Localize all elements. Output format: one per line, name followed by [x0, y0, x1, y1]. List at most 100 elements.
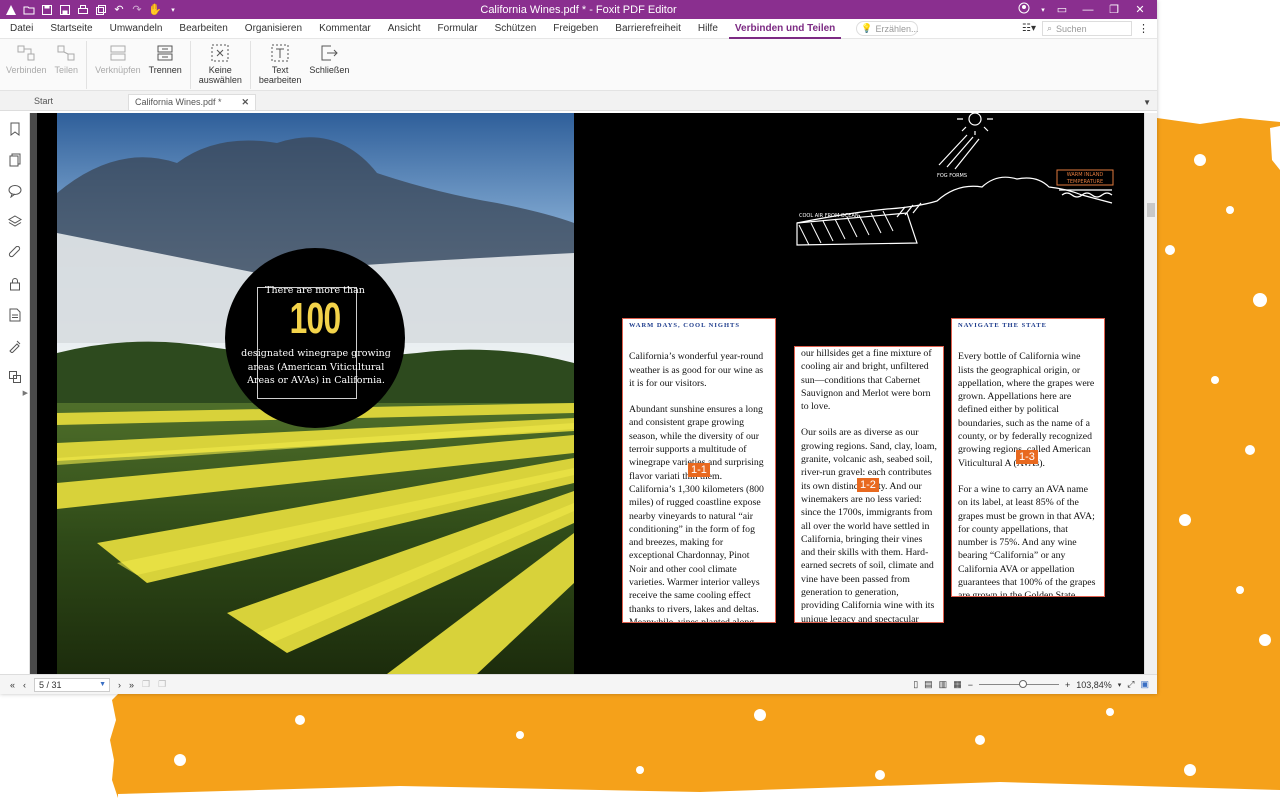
- left-nav-panel: ▶: [0, 113, 30, 674]
- warm-inland-label: WARM INLAND: [1067, 172, 1104, 178]
- tab-datei[interactable]: Datei: [4, 19, 39, 39]
- single-page-icon[interactable]: ▯: [913, 679, 918, 690]
- tab-start[interactable]: Start: [28, 94, 128, 110]
- text-column-navigate[interactable]: NAVIGATE THE STATE Every bottle of Calif…: [951, 318, 1105, 597]
- continuous-facing-icon[interactable]: ▦: [953, 679, 962, 690]
- scrollbar-thumb[interactable]: [1147, 203, 1155, 217]
- close-tab-icon[interactable]: ✕: [241, 97, 249, 110]
- separate-label: Trennen: [148, 65, 182, 75]
- cool-air-label: COOL AIR FROM OCEAN: [799, 213, 859, 219]
- zoom-slider-knob[interactable]: [1018, 680, 1027, 688]
- tab-umwandeln[interactable]: Umwandeln: [104, 19, 169, 39]
- security-icon[interactable]: [0, 268, 30, 299]
- climate-illustration: WARM INLAND TEMPERATURE FOG FORMS COOL A…: [796, 113, 1114, 246]
- tab-kommentar[interactable]: Kommentar: [313, 19, 377, 39]
- column-c-paragraph-2: For a wine to carry an AVA name on its l…: [958, 483, 1096, 597]
- continuous-page-icon[interactable]: ▤: [924, 679, 933, 690]
- zoom-slider[interactable]: [978, 680, 1059, 688]
- first-page-icon[interactable]: «: [10, 680, 15, 690]
- redo-icon[interactable]: ↷: [130, 3, 144, 17]
- split-button[interactable]: Teilen: [51, 41, 83, 75]
- zoom-in-icon[interactable]: +: [1065, 680, 1070, 690]
- open-icon[interactable]: [22, 3, 36, 17]
- tabs-dropdown-icon[interactable]: ▼: [1143, 98, 1151, 107]
- minimize-icon[interactable]: —: [1077, 4, 1099, 16]
- callout-number: 100: [289, 294, 341, 343]
- tab-freigeben[interactable]: Freigeben: [547, 19, 604, 39]
- copy-icon[interactable]: [94, 3, 108, 17]
- link-button[interactable]: Verknüpfen: [91, 41, 145, 75]
- fit-page-icon[interactable]: ⤢: [1127, 679, 1134, 690]
- compare-icon[interactable]: [0, 361, 30, 392]
- connect-button[interactable]: Verbinden: [2, 41, 51, 75]
- ribbon-options-icon[interactable]: ▭: [1051, 3, 1073, 16]
- view-controls: ▯ ▤ ▥ ▦ − + 103,84% ▾ ⤢ ▣: [913, 679, 1157, 690]
- edit-text-button[interactable]: Text bearbeiten: [255, 41, 306, 85]
- document-viewport[interactable]: There are more than 100 designated wineg…: [37, 113, 1144, 674]
- tell-me-placeholder: Erzählen...: [875, 23, 919, 34]
- bookmark-icon[interactable]: [0, 113, 30, 144]
- text-box-marker-1-2[interactable]: 1-2: [857, 478, 879, 492]
- undo-icon[interactable]: ↶: [112, 3, 126, 17]
- signature-icon[interactable]: [0, 330, 30, 361]
- column-a-paragraph-1: California’s wonderful year-round weathe…: [629, 351, 764, 389]
- previous-page-icon[interactable]: ‹: [23, 680, 26, 690]
- tab-organisieren[interactable]: Organisieren: [239, 19, 308, 39]
- account-icon[interactable]: [1013, 2, 1035, 17]
- comments-icon[interactable]: [0, 175, 30, 206]
- print-icon[interactable]: [76, 3, 90, 17]
- next-page-icon[interactable]: ›: [118, 680, 121, 690]
- temperature-label: TEMPERATURE: [1066, 179, 1103, 185]
- window-controls: ▾ ▭ — ❐ ✕: [1013, 2, 1157, 17]
- page-number-value: 5 / 31: [39, 679, 62, 690]
- view-options-icon[interactable]: ☷▾: [1022, 23, 1036, 34]
- attachment-icon[interactable]: [0, 237, 30, 268]
- tab-bearbeiten[interactable]: Bearbeiten: [173, 19, 233, 39]
- text-column-hillsides[interactable]: our hillsides get a fine mixture of cool…: [794, 346, 944, 623]
- zoom-out-icon[interactable]: −: [968, 680, 973, 690]
- tab-schuetzen[interactable]: Schützen: [489, 19, 543, 39]
- tab-ansicht[interactable]: Ansicht: [382, 19, 427, 39]
- previous-view-icon[interactable]: ❐: [142, 679, 150, 690]
- pages-icon[interactable]: [0, 144, 30, 175]
- document-properties-icon[interactable]: [0, 299, 30, 330]
- exit-icon: [321, 45, 339, 61]
- text-column-warm-days[interactable]: WARM DAYS, COOL NIGHTS California’s wond…: [622, 318, 776, 623]
- close-icon[interactable]: ✕: [1129, 3, 1151, 16]
- expand-panel-icon[interactable]: ▶: [23, 389, 28, 397]
- account-dropdown-icon[interactable]: ▾: [1039, 6, 1047, 14]
- tab-hilfe[interactable]: Hilfe: [692, 19, 724, 39]
- last-page-icon[interactable]: »: [129, 680, 134, 690]
- save-icon[interactable]: [40, 3, 54, 17]
- customize-qa-dropdown-icon[interactable]: ▾: [166, 3, 180, 17]
- zoom-dropdown-icon[interactable]: ▾: [1118, 681, 1122, 689]
- text-box-marker-1-3[interactable]: 1-3: [1016, 450, 1038, 464]
- separate-button[interactable]: Trennen: [145, 41, 186, 75]
- more-options-icon[interactable]: ⋮: [1138, 22, 1149, 35]
- read-mode-icon[interactable]: ▣: [1140, 679, 1149, 690]
- link-icon: [110, 45, 126, 61]
- tab-barrierefreiheit[interactable]: Barrierefreiheit: [609, 19, 687, 39]
- connect-label: Verbinden: [6, 65, 47, 75]
- select-none-button[interactable]: Keine auswählen: [195, 41, 246, 85]
- tab-startseite[interactable]: Startseite: [44, 19, 98, 39]
- tab-formular[interactable]: Formular: [432, 19, 484, 39]
- hand-tool-icon[interactable]: ✋: [148, 3, 162, 17]
- page-number-field[interactable]: 5 / 31 ▼: [34, 677, 111, 692]
- close-connect-button[interactable]: Schließen: [305, 41, 353, 75]
- restore-icon[interactable]: ❐: [1103, 3, 1125, 16]
- vertical-scrollbar[interactable]: [1144, 113, 1157, 674]
- tab-california-wines[interactable]: California Wines.pdf * ✕: [128, 94, 256, 110]
- text-box-marker-1-1[interactable]: 1-1: [688, 463, 710, 477]
- column-heading-warm-days: WARM DAYS, COOL NIGHTS: [629, 322, 740, 329]
- facing-page-icon[interactable]: ▥: [939, 679, 948, 690]
- layers-icon[interactable]: [0, 206, 30, 237]
- select-none-label-1: Keine: [208, 65, 232, 75]
- save-as-icon[interactable]: [58, 3, 72, 17]
- next-view-icon[interactable]: ❐: [158, 679, 166, 690]
- tell-me-input[interactable]: 💡 Erzählen...: [856, 21, 919, 36]
- column-b-paragraph-1: our hillsides get a fine mixture of cool…: [801, 348, 932, 413]
- search-input[interactable]: ⌕ Suchen: [1042, 21, 1132, 36]
- page-dropdown-icon[interactable]: ▼: [99, 681, 109, 688]
- tab-verbinden-und-teilen[interactable]: Verbinden und Teilen: [728, 19, 842, 39]
